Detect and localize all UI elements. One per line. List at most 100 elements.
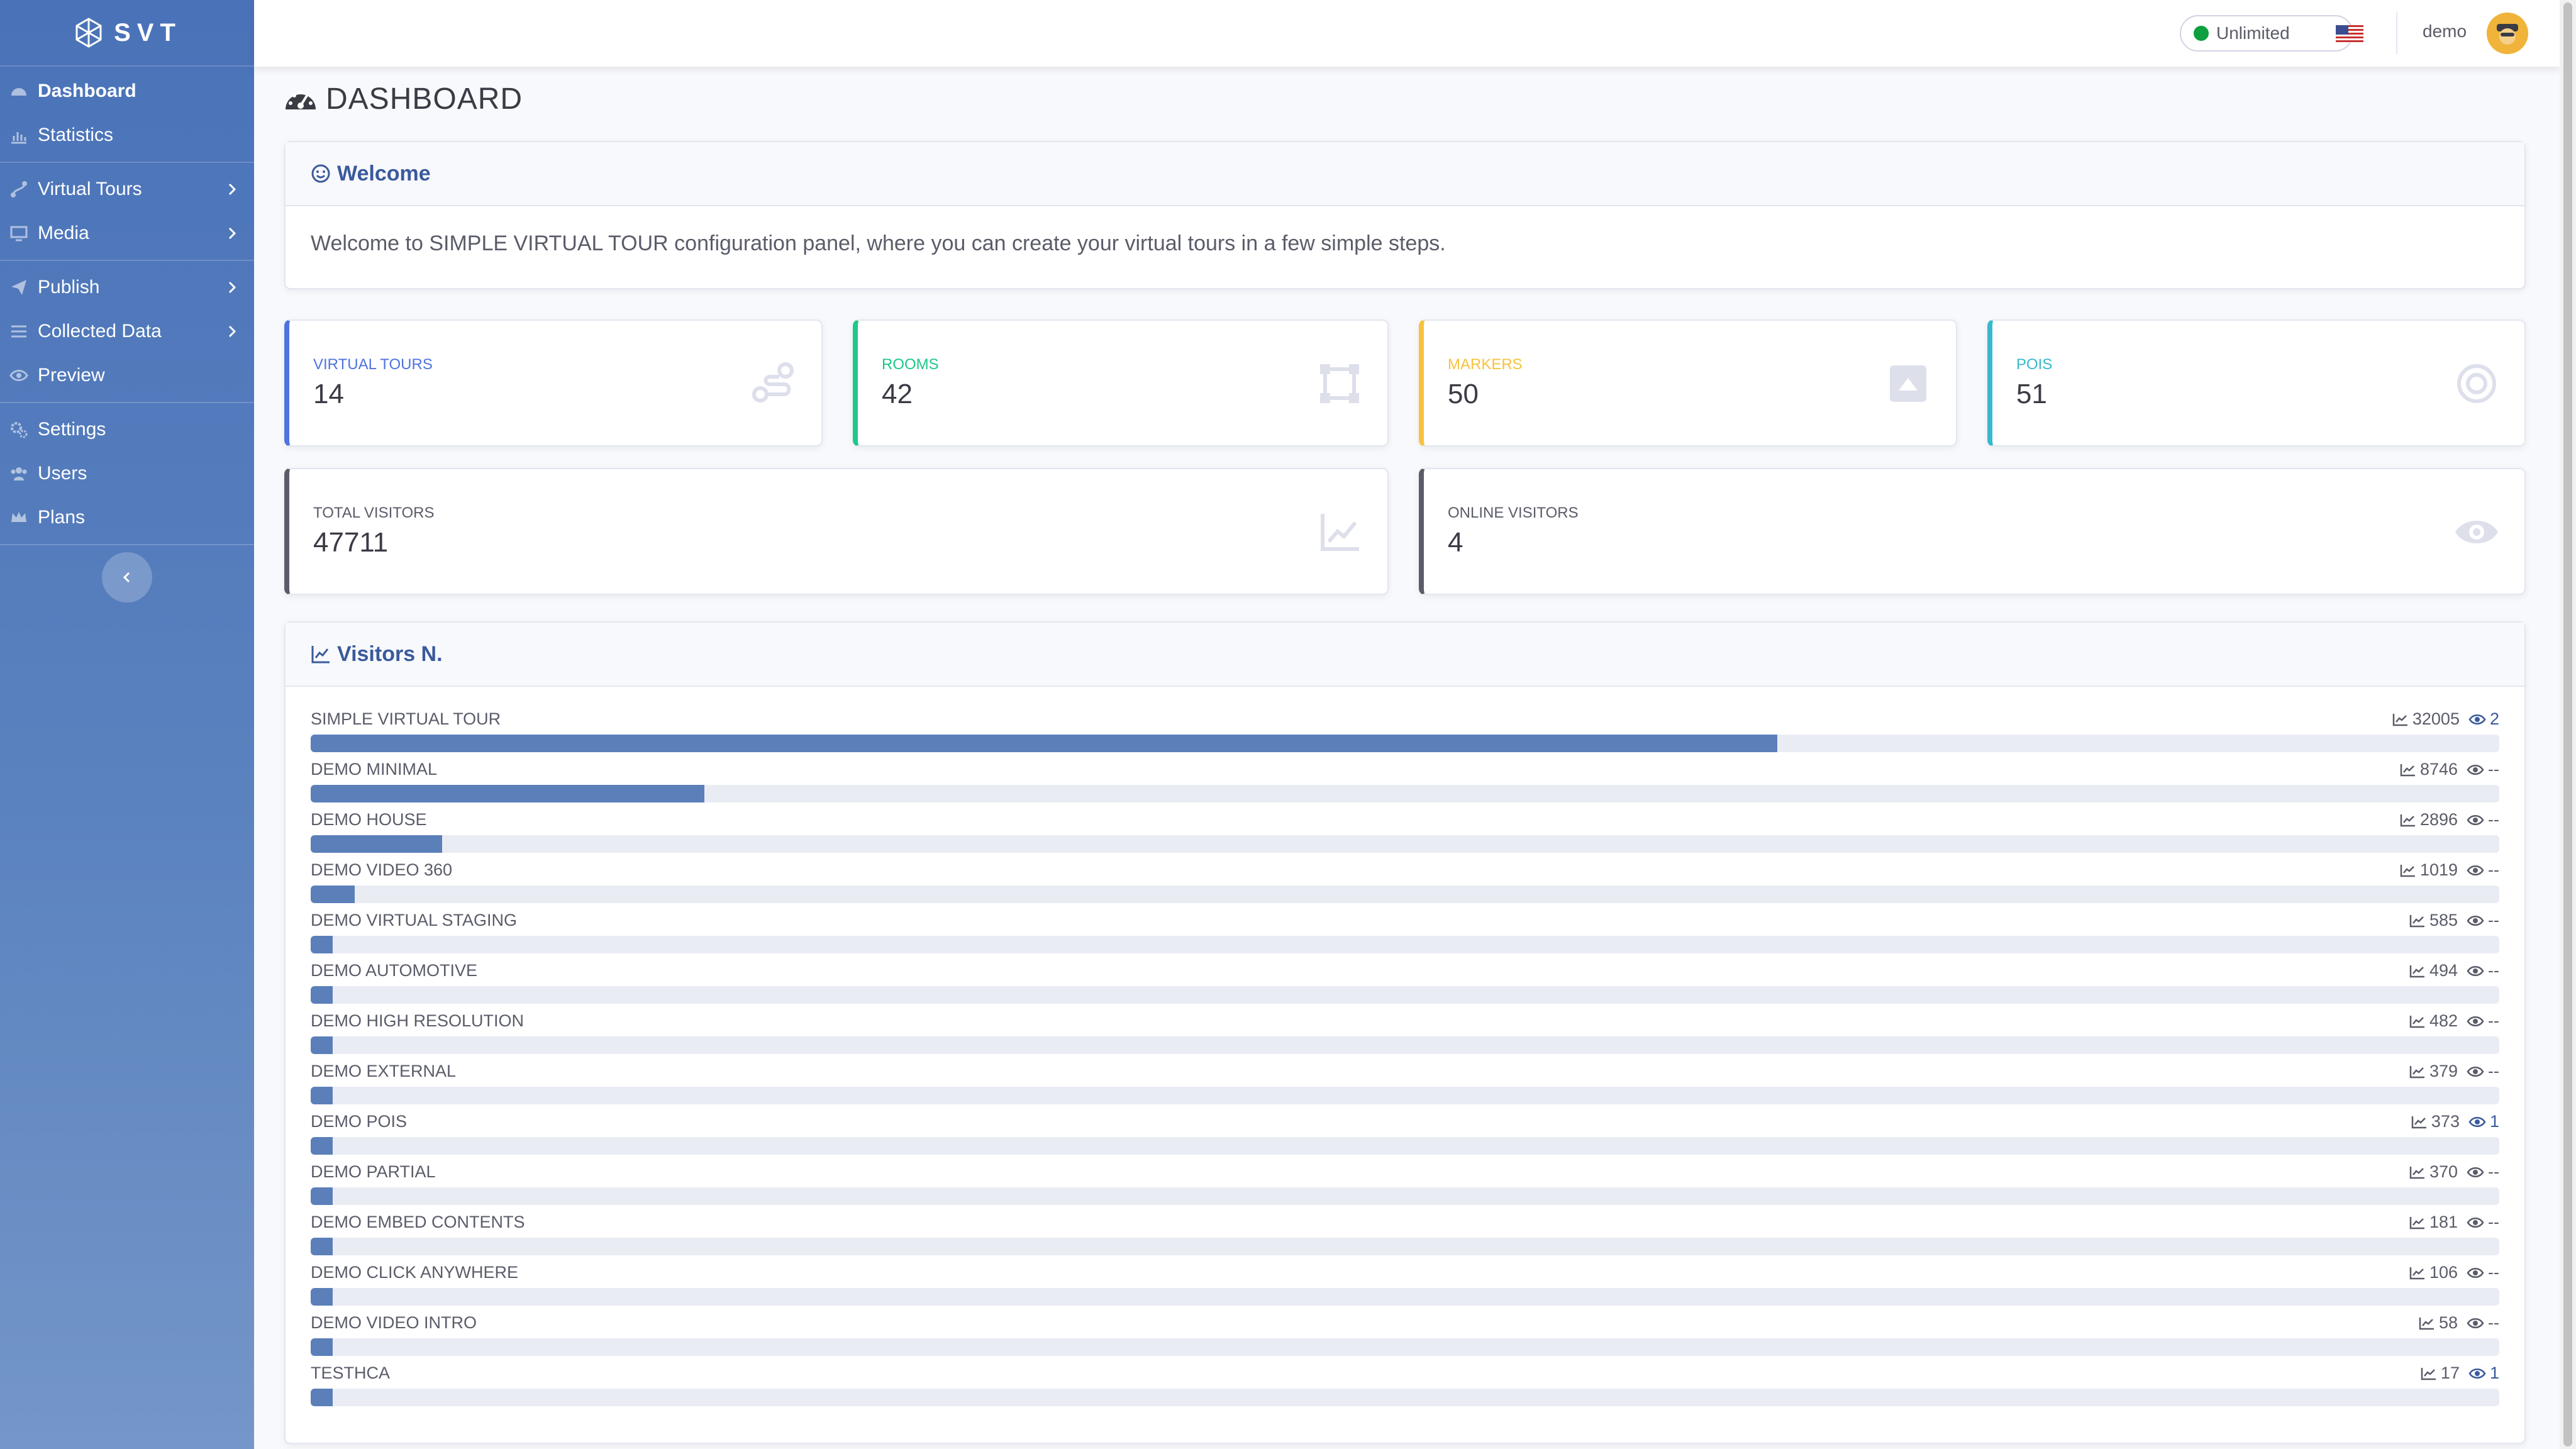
progress-fill xyxy=(311,785,705,802)
sidebar: SVT Dashboard Statistics Virtual Tours M… xyxy=(0,0,254,1449)
stat-label: TOTAL VISITORS xyxy=(313,504,435,521)
eye-icon xyxy=(2467,1316,2484,1330)
progress-track xyxy=(311,886,2499,903)
sidebar-item-plans[interactable]: Plans xyxy=(0,496,254,540)
scrollbar-thumb[interactable] xyxy=(2563,3,2572,1446)
welcome-title: Welcome xyxy=(337,161,431,186)
tour-online-visitors: 1 xyxy=(2489,1363,2499,1382)
tour-name: DEMO EXTERNAL xyxy=(311,1062,457,1080)
user-name[interactable]: demo xyxy=(2423,21,2467,42)
stat-card-online-visitors[interactable]: ONLINE VISITORS 4 xyxy=(1419,468,2526,595)
plan-badge[interactable]: Unlimited xyxy=(2180,15,2353,52)
progress-fill xyxy=(311,1137,333,1155)
stat-card-pois[interactable]: POIS 51 xyxy=(1987,319,2526,447)
sidebar-item-label: Media xyxy=(38,223,89,243)
visitor-row: DEMO MINIMAL 8746 -- xyxy=(311,760,2499,810)
tour-total-visitors: 2896 xyxy=(2419,810,2458,829)
stat-card-markers[interactable]: MARKERS 50 xyxy=(1419,319,1957,447)
us-flag-icon[interactable] xyxy=(2336,16,2363,50)
progress-track xyxy=(311,1087,2499,1104)
sidebar-item-preview[interactable]: Preview xyxy=(0,353,254,397)
tour-online-visitors: -- xyxy=(2488,860,2499,879)
tour-online-visitors: -- xyxy=(2488,911,2499,930)
list-icon xyxy=(9,321,29,341)
eye-icon xyxy=(9,365,29,386)
tour-stats: 1019 -- xyxy=(2400,860,2499,880)
progress-track xyxy=(311,1338,2499,1356)
chart-line-icon xyxy=(2409,964,2426,978)
chart-line-icon xyxy=(2409,1014,2426,1028)
visitor-row: DEMO CLICK ANYWHERE 106 -- xyxy=(311,1263,2499,1313)
sidebar-toggle-button[interactable] xyxy=(102,552,152,602)
eye-icon xyxy=(2467,964,2484,978)
stat-value: 4 xyxy=(1448,527,1463,558)
tour-name: DEMO HOUSE xyxy=(311,810,427,829)
sidebar-item-publish[interactable]: Publish xyxy=(0,265,254,309)
sidebar-item-label: Users xyxy=(38,463,87,484)
chart-line-icon xyxy=(2400,863,2416,877)
chevron-right-icon xyxy=(228,227,236,240)
sidebar-item-media[interactable]: Media xyxy=(0,211,254,255)
progress-fill xyxy=(311,1338,333,1356)
tour-online-visitors: -- xyxy=(2488,1162,2499,1181)
progress-fill xyxy=(311,986,333,1004)
tour-total-visitors: 106 xyxy=(2429,1263,2458,1282)
stat-value: 51 xyxy=(2016,379,2047,409)
chevron-right-icon xyxy=(228,183,236,196)
tour-stats: 373 1 xyxy=(2411,1112,2499,1131)
sidebar-item-label: Preview xyxy=(38,365,105,386)
sidebar-item-label: Settings xyxy=(38,419,106,440)
visitor-row: DEMO VIRTUAL STAGING 585 -- xyxy=(311,911,2499,961)
progress-fill xyxy=(311,835,442,853)
eye-icon xyxy=(2468,713,2486,726)
tour-name: DEMO AUTOMOTIVE xyxy=(311,961,478,980)
scrollbar[interactable] xyxy=(2560,0,2576,1449)
crown-icon xyxy=(9,508,29,528)
divider xyxy=(0,544,254,545)
tour-total-visitors: 1019 xyxy=(2419,860,2458,879)
tour-online-visitors: -- xyxy=(2488,1011,2499,1030)
tour-total-visitors: 373 xyxy=(2431,1112,2460,1131)
monitor-icon xyxy=(9,223,29,243)
stat-card-rooms[interactable]: ROOMS 42 xyxy=(853,319,1389,447)
tour-total-visitors: 8746 xyxy=(2419,760,2458,779)
chart-line-icon xyxy=(2400,763,2416,777)
avatar[interactable] xyxy=(2487,13,2528,54)
progress-track xyxy=(311,1389,2499,1406)
visitor-row: DEMO PARTIAL 370 -- xyxy=(311,1162,2499,1213)
logo-icon xyxy=(75,18,102,48)
tour-stats: 17 1 xyxy=(2421,1363,2499,1383)
welcome-text: Welcome to SIMPLE VIRTUAL TOUR configura… xyxy=(311,231,1446,255)
brand-logo[interactable]: SVT xyxy=(0,0,254,67)
progress-fill xyxy=(311,735,1777,752)
visitors-card: Visitors N. SIMPLE VIRTUAL TOUR 32005 2 DEM… xyxy=(284,621,2526,1444)
tour-stats: 585 -- xyxy=(2409,911,2499,930)
user-avatar-icon xyxy=(2487,13,2528,54)
bar-chart-icon xyxy=(9,125,29,145)
gauge-icon xyxy=(9,81,29,101)
tour-total-visitors: 585 xyxy=(2429,911,2458,930)
topbar: Unlimited demo xyxy=(254,0,2560,67)
sidebar-item-users[interactable]: Users xyxy=(0,452,254,496)
chart-line-icon xyxy=(1314,507,1365,557)
sidebar-item-dashboard[interactable]: Dashboard xyxy=(0,69,254,113)
stat-card-virtual-tours[interactable]: VIRTUAL TOURS 14 xyxy=(284,319,823,447)
users-icon xyxy=(9,464,29,484)
progress-track xyxy=(311,936,2499,953)
progress-fill xyxy=(311,1187,333,1205)
stat-card-total-visitors[interactable]: TOTAL VISITORS 47711 xyxy=(284,468,1389,595)
stat-value: 50 xyxy=(1448,379,1479,409)
chart-line-icon xyxy=(2411,1115,2428,1129)
sidebar-item-settings[interactable]: Settings xyxy=(0,408,254,452)
tour-online-visitors: -- xyxy=(2488,1062,2499,1080)
chart-line-icon xyxy=(2419,1316,2435,1330)
progress-fill xyxy=(311,1087,333,1104)
tour-total-visitors: 482 xyxy=(2429,1011,2458,1030)
sidebar-item-statistics[interactable]: Statistics xyxy=(0,113,254,157)
sidebar-item-label: Statistics xyxy=(38,125,114,145)
sidebar-item-collected-data[interactable]: Collected Data xyxy=(0,309,254,353)
tour-total-visitors: 32005 xyxy=(2412,709,2460,728)
sidebar-item-virtual-tours[interactable]: Virtual Tours xyxy=(0,167,254,211)
visitors-card-header: Visitors N. xyxy=(286,623,2524,687)
tour-online-visitors: -- xyxy=(2488,961,2499,980)
